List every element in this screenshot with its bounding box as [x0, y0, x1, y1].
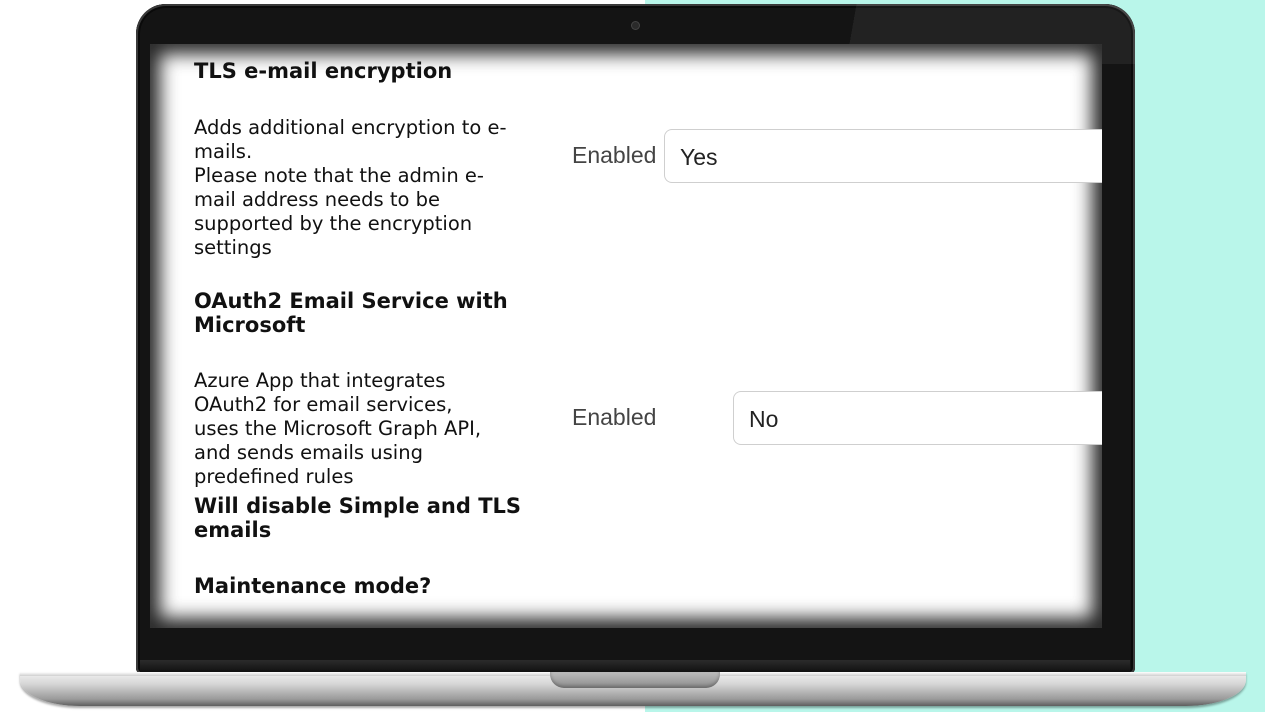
tls-description: Adds additional encryption to e- mails. …: [194, 116, 507, 259]
oauth-description: Azure App that integrates OAuth2 for ema…: [194, 369, 482, 488]
oauth-enabled-select[interactable]: No: [733, 391, 1102, 445]
camera-icon: [632, 22, 639, 29]
tls-enabled-select[interactable]: Yes: [664, 129, 1102, 183]
oauth-heading: OAuth2 Email Service with Microsoft: [194, 289, 508, 337]
tls-heading: TLS e-mail encryption: [194, 59, 453, 83]
oauth-enabled-label: Enabled: [572, 404, 657, 430]
tls-enabled-label: Enabled: [572, 142, 657, 168]
laptop-opening-notch: [550, 672, 720, 688]
laptop-screen: TLS e-mail encryption Adds additional en…: [150, 44, 1102, 628]
maintenance-heading: Maintenance mode?: [194, 574, 432, 598]
oauth-warning: Will disable Simple and TLS emails: [194, 494, 522, 542]
settings-panel: TLS e-mail encryption Adds additional en…: [150, 44, 1102, 628]
